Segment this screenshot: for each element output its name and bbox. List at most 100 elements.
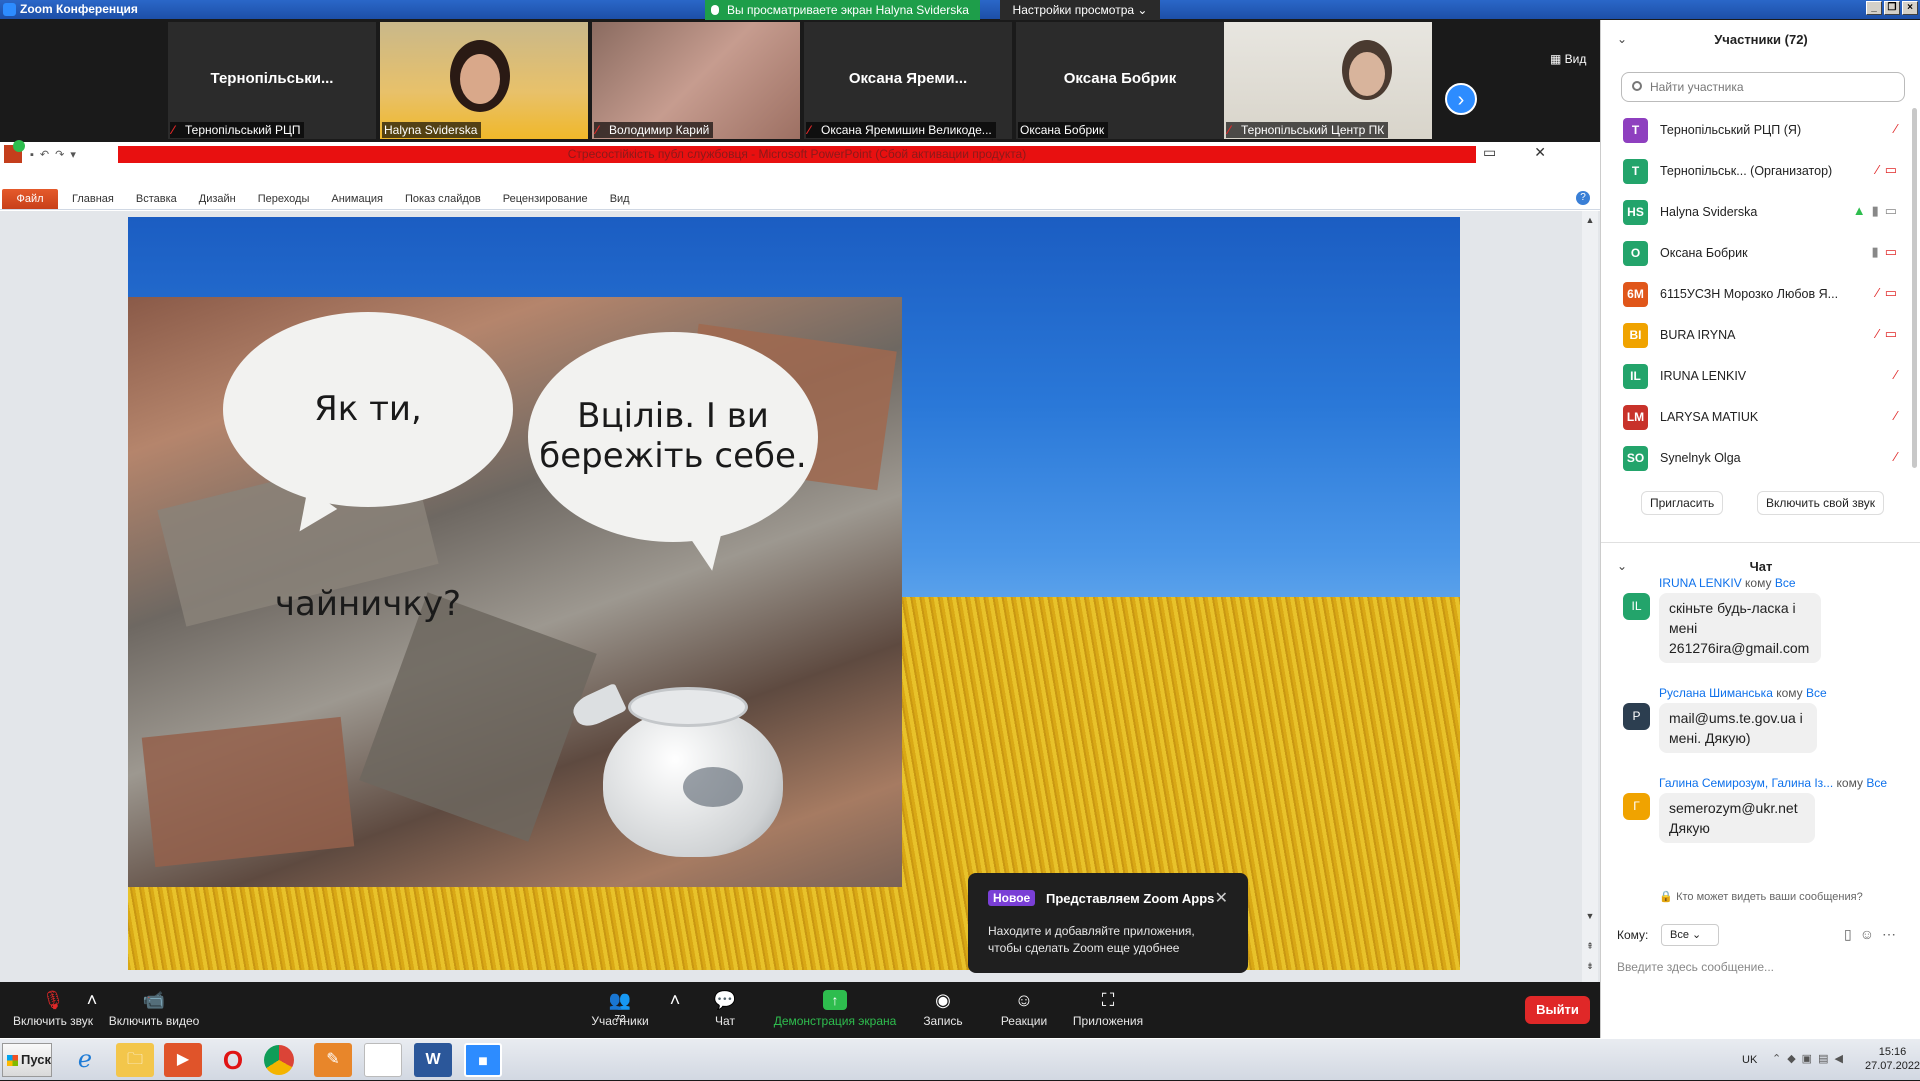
share-banner[interactable]: Вы просматриваете экран Halyna Sviderska — [705, 0, 980, 20]
close-icon[interactable]: ✕ — [1215, 888, 1228, 908]
share-screen-button[interactable]: ↑ Демонстрация экрана — [772, 982, 898, 1038]
mic-muted-icon: ⁄ — [1894, 408, 1903, 423]
participants-button[interactable]: 👥72 Участники — [585, 982, 655, 1038]
recipient-select[interactable]: Все ⌄ — [1661, 924, 1719, 946]
tile-label: Halyna Sviderska — [382, 122, 482, 138]
participant-row[interactable]: SO Synelnyk Olga ⁄ — [1601, 438, 1920, 479]
chat-message-input[interactable]: Введите здесь сообщение... — [1617, 960, 1907, 974]
tab-transitions[interactable]: Переходы — [258, 193, 310, 205]
participant-row[interactable]: 6М 6115УСЗН Морозко Любов Я... ⁄▭ — [1601, 274, 1920, 315]
clock[interactable]: 15:16 27.07.2022 — [1865, 1045, 1920, 1073]
word-icon[interactable]: W — [414, 1043, 452, 1077]
file-tab[interactable]: Файл — [2, 189, 58, 209]
participants-options-button[interactable]: ˄ — [663, 982, 681, 1038]
record-button[interactable]: ◉ Запись — [915, 982, 971, 1038]
emoji-icon[interactable]: ☺ — [1860, 926, 1882, 942]
next-page-button[interactable]: › — [1445, 83, 1477, 115]
message-sender: Руслана Шиманська кому Все — [1659, 686, 1827, 700]
participant-row[interactable]: LM LARYSA MATIUK ⁄ — [1601, 397, 1920, 438]
explorer-icon[interactable]: 🗀 — [116, 1043, 154, 1077]
apps-label: Приложения — [1072, 1014, 1144, 1028]
file-icon[interactable]: ▯ — [1844, 926, 1860, 942]
participant-row[interactable]: О Оксана Бобрик ▮▭ — [1601, 233, 1920, 274]
toast-title: Представляем Zoom Apps — [1046, 891, 1215, 906]
chat-header: ⌄ Чат — [1601, 542, 1920, 574]
video-tile[interactable]: Оксана Яреми... ⁄ Оксана Яремишин Великод… — [804, 22, 1012, 139]
maximize-button[interactable]: ❐ — [1884, 1, 1900, 15]
mic-muted-icon: 🎙 — [41, 990, 65, 1010]
tab-animation[interactable]: Анимация — [331, 193, 383, 205]
opera-icon[interactable]: O — [214, 1043, 252, 1077]
who-can-see-link[interactable]: 🔒 Кто может видеть ваши сообщения? — [1601, 890, 1920, 903]
message-sender: Галина Семирозум, Галина Із... кому Все — [1659, 776, 1887, 790]
message-target: Все — [1806, 686, 1827, 700]
app-icon[interactable]: ✎ — [314, 1043, 352, 1077]
chat-input-icons[interactable]: ▯☺⋯ — [1844, 926, 1904, 943]
sender-name[interactable]: Галина Семирозум, Галина Із... — [1659, 776, 1833, 790]
tab-insert[interactable]: Вставка — [136, 193, 177, 205]
tab-view[interactable]: Вид — [610, 193, 630, 205]
tab-review[interactable]: Рецензирование — [503, 193, 588, 205]
scroll-down-icon[interactable]: ▼ — [1585, 911, 1595, 921]
participant-face — [1349, 52, 1385, 96]
video-button[interactable]: 📹 Включить видео — [106, 982, 202, 1038]
participant-row[interactable]: IL IRUNA LENKIV ⁄ — [1601, 356, 1920, 397]
sender-name[interactable]: Руслана Шиманська — [1659, 686, 1773, 700]
unmute-me-button[interactable]: Включить свой звук — [1757, 491, 1884, 515]
start-button[interactable]: Пуск — [2, 1043, 52, 1077]
document-icon[interactable] — [364, 1043, 402, 1077]
leave-button[interactable]: Выйти — [1525, 996, 1590, 1024]
participant-row[interactable]: Т Тернопільськ... (Организатор) ⁄▭ — [1601, 151, 1920, 192]
zoom-taskbar-icon[interactable]: ■ — [464, 1043, 502, 1077]
participant-scrollbar[interactable] — [1912, 108, 1917, 468]
view-settings-label: Настройки просмотра — [1012, 3, 1135, 17]
mic-video-status-icon: ⁄▭ — [1876, 162, 1903, 177]
sender-name[interactable]: IRUNA LENKIV — [1659, 576, 1742, 590]
more-icon[interactable]: ⋯ — [1882, 926, 1904, 942]
media-player-icon[interactable]: ▶ — [164, 1043, 202, 1077]
mic-muted-icon: ⁄ — [1894, 367, 1903, 382]
video-tile[interactable]: ⁄ Тернопільський Центр ПК — [1224, 22, 1432, 139]
help-icon[interactable]: ? — [1576, 191, 1590, 205]
scroll-up-icon[interactable]: ▲ — [1585, 215, 1595, 225]
zoom-apps-toast: Новое Представляем Zoom Apps ✕ Находите … — [968, 873, 1248, 973]
minimize-button[interactable]: _ — [1866, 1, 1882, 15]
tab-slideshow[interactable]: Показ слайдов — [405, 193, 481, 205]
new-badge: Новое — [988, 890, 1036, 906]
reactions-button[interactable]: ☺ Реакции — [996, 982, 1052, 1038]
language-indicator[interactable]: UK — [1742, 1054, 1757, 1066]
smiley-icon: ☺ — [1014, 990, 1034, 1010]
participant-row[interactable]: Т Тернопільський РЦП (Я) ⁄ — [1601, 110, 1920, 151]
quick-access-icons[interactable]: ▪↶↷▾ — [30, 148, 82, 161]
recipient-value: Все — [1670, 929, 1689, 941]
video-tile[interactable]: Оксана Бобрик Оксана Бобрик — [1016, 22, 1224, 139]
sharing-mic-video-icon: ▲▮▭ — [1852, 203, 1903, 218]
participant-search-input[interactable]: Найти участника — [1621, 72, 1905, 102]
view-button[interactable]: ▦ Вид — [1550, 52, 1586, 66]
side-panel: ⌄ Участники (72) Найти участника Т Терноп… — [1600, 20, 1920, 1038]
rock-shape — [141, 716, 355, 868]
next-slide-icon[interactable]: ⇟ — [1585, 961, 1595, 971]
chat-button[interactable]: 💬 Чат — [703, 982, 747, 1038]
close-button[interactable]: × — [1902, 1, 1918, 15]
ppt-window-controls[interactable]: ▭✕ — [1483, 144, 1584, 161]
audio-options-button[interactable]: ˄ — [80, 982, 98, 1038]
invite-button[interactable]: Пригласить — [1641, 491, 1724, 515]
ie-icon[interactable]: ℯ — [66, 1043, 104, 1077]
prev-slide-icon[interactable]: ⇞ — [1585, 941, 1595, 951]
tile-label-text: Тернопільський Центр ПК — [1241, 123, 1385, 137]
participant-row[interactable]: BI BURA IRYNA ⁄▭ — [1601, 315, 1920, 356]
avatar: Т — [1623, 159, 1648, 184]
tray-icons[interactable]: ⌃◆▣▤◀ — [1772, 1052, 1849, 1065]
view-settings-button[interactable]: Настройки просмотра ⌄ — [1000, 0, 1160, 20]
chrome-icon[interactable] — [264, 1045, 294, 1075]
video-tile[interactable]: Halyna Sviderska — [380, 22, 588, 139]
ppt-scrollbar[interactable]: ▲ ▼ ⇞ ⇟ — [1582, 211, 1598, 982]
ppt-workspace: Як ти, чайничку? Вцілів. І ви бережіть се… — [0, 211, 1600, 982]
video-tile[interactable]: ⁄ Володимир Карий — [592, 22, 800, 139]
apps-button[interactable]: ⛶ Приложения — [1068, 982, 1148, 1038]
tab-design[interactable]: Дизайн — [199, 193, 236, 205]
participant-row[interactable]: HS Halyna Sviderska ▲▮▭ — [1601, 192, 1920, 233]
tab-home[interactable]: Главная — [72, 193, 114, 205]
video-tile[interactable]: Тернопільськи... ⁄ Тернопільський РЦП — [168, 22, 376, 139]
